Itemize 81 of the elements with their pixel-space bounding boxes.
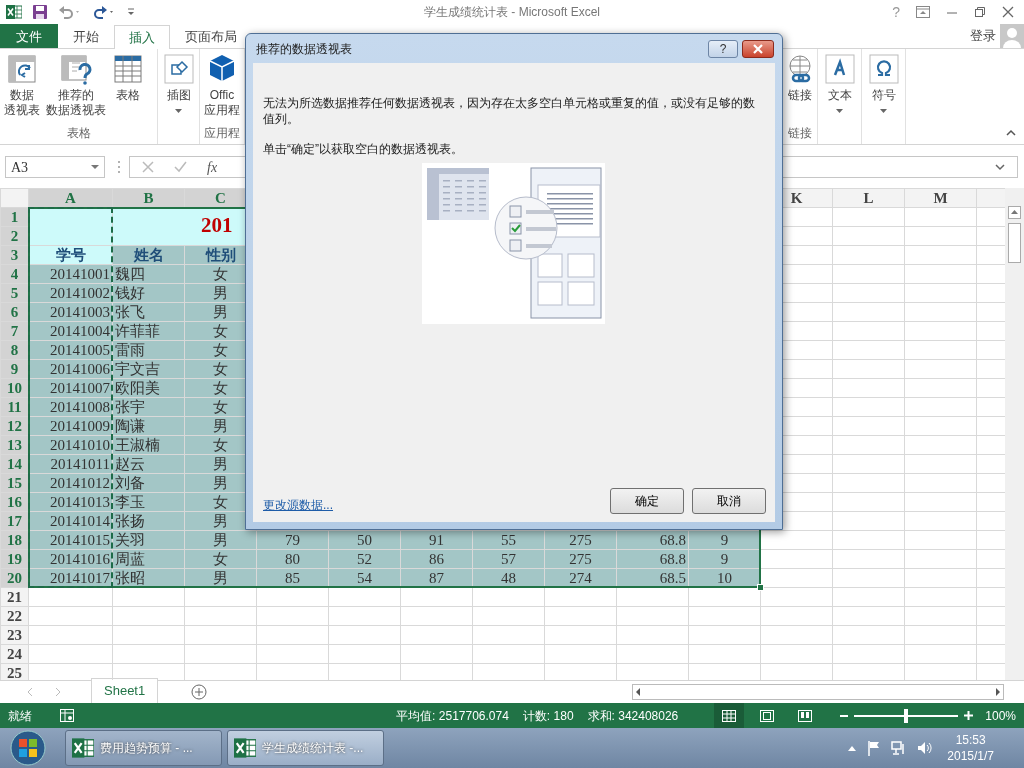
status-statistic: 计数: 180 [522,707,574,725]
clock-date[interactable]: 2015/1/7 [947,748,994,764]
ribbon-button[interactable]: 符号 [865,53,902,114]
status-text: 就绪 [8,707,32,725]
help-button[interactable]: ? [708,39,738,58]
scroll-up-icon[interactable] [1008,206,1021,219]
page-break-icon [798,709,813,722]
dialog-title: 推荐的数据透视表 [256,40,352,58]
ribbon-tab[interactable]: 页面布局 [170,24,252,48]
view-button[interactable] [714,703,745,728]
cancel-button[interactable]: 取消 [692,488,766,514]
status-statistic: 平均值: 2517706.074 [396,707,509,725]
status-statistic: 求和: 342408026 [587,707,679,725]
name-box[interactable]: A3 [5,156,105,178]
ok-button[interactable]: 确定 [610,488,684,514]
group-label: 链接 [787,125,813,142]
ribbon-button[interactable]: 文本 [821,53,858,114]
vertical-scrollbar[interactable] [1005,188,1024,680]
grip-icon [117,160,121,174]
save-icon[interactable] [32,4,48,20]
group-label: 表格 [65,125,92,142]
page-layout-icon [760,709,775,722]
ribbon-button[interactable]: 链接 [782,53,818,103]
ribbon-button[interactable]: 数据 透视表 [2,53,42,118]
column-header[interactable]: L [832,188,905,208]
excel-icon [6,4,22,20]
scroll-right-icon[interactable] [993,686,1003,698]
change-source-link[interactable]: 更改源数据... [263,496,333,514]
scroll-thumb[interactable] [1008,223,1021,263]
column-header[interactable]: M [904,188,977,208]
ribbon-button[interactable]: 表格 [110,53,146,103]
ribbon-button[interactable]: Offic 应用程 [202,53,242,118]
caret-icon [880,106,887,114]
excel-icon [234,737,256,759]
macro-record-icon[interactable] [60,709,74,722]
sheet-tab[interactable]: Sheet1 [92,679,158,705]
add-sheet-icon[interactable] [191,684,208,700]
flag-icon[interactable] [867,740,882,756]
ribbon-tab[interactable]: 插入 [114,25,170,49]
normal-view-icon [722,709,737,722]
shapes-icon [162,53,195,85]
close-button[interactable] [742,39,774,58]
ribbon-button[interactable]: 推荐的 数据透视表 [44,53,108,118]
chevron-up-icon[interactable] [847,744,858,752]
insert-function-button[interactable]: fx [207,156,218,178]
pivot-table-help-icon [60,53,92,85]
excel-icon [72,737,94,759]
window-title: 学生成绩统计表 - Microsoft Excel [423,4,601,21]
text-box-icon [823,53,856,85]
caret-icon [175,106,182,114]
hint-text: 单击“确定”以获取空白的数据透视表。 [263,141,464,157]
horizontal-scrollbar[interactable] [632,684,1004,700]
caret-icon [995,163,1005,171]
start-button[interactable] [8,728,48,768]
close-icon[interactable] [1002,6,1014,18]
speaker-icon[interactable] [917,740,934,756]
zoom-level[interactable]: 100% [985,706,1016,725]
ribbon-button[interactable]: 插图 [160,53,197,114]
zoom-in-icon[interactable] [964,711,974,720]
table-icon [112,53,144,85]
column-header[interactable]: B [112,188,185,208]
title-text: 201 [200,213,233,237]
ribbon-display-icon[interactable] [916,6,930,18]
redo-icon[interactable] [92,4,116,20]
undo-icon[interactable] [58,4,82,20]
collapse-ribbon-icon[interactable] [1006,128,1016,136]
slider-thumb[interactable] [904,708,909,723]
symbol-icon [867,53,900,85]
restore-icon[interactable] [974,6,986,18]
caret-icon [836,106,843,114]
close-icon [753,43,763,54]
message-text: 无法为所选数据推荐任何数据透视表，因为存在太多空白单元格或重复的值，或没有足够的数值列。 [263,95,756,127]
sign-in-link[interactable]: 登录 [970,26,996,46]
group-label: 应用程 [203,125,241,142]
fill-handle[interactable] [757,584,764,591]
help-button[interactable]: ? [892,5,900,19]
ribbon-tab[interactable]: 开始 [58,24,114,48]
column-header[interactable]: A [28,188,113,208]
file-tab[interactable]: 文件 [0,24,58,48]
pivot-table-icon [6,53,38,85]
caret-icon [91,164,99,170]
